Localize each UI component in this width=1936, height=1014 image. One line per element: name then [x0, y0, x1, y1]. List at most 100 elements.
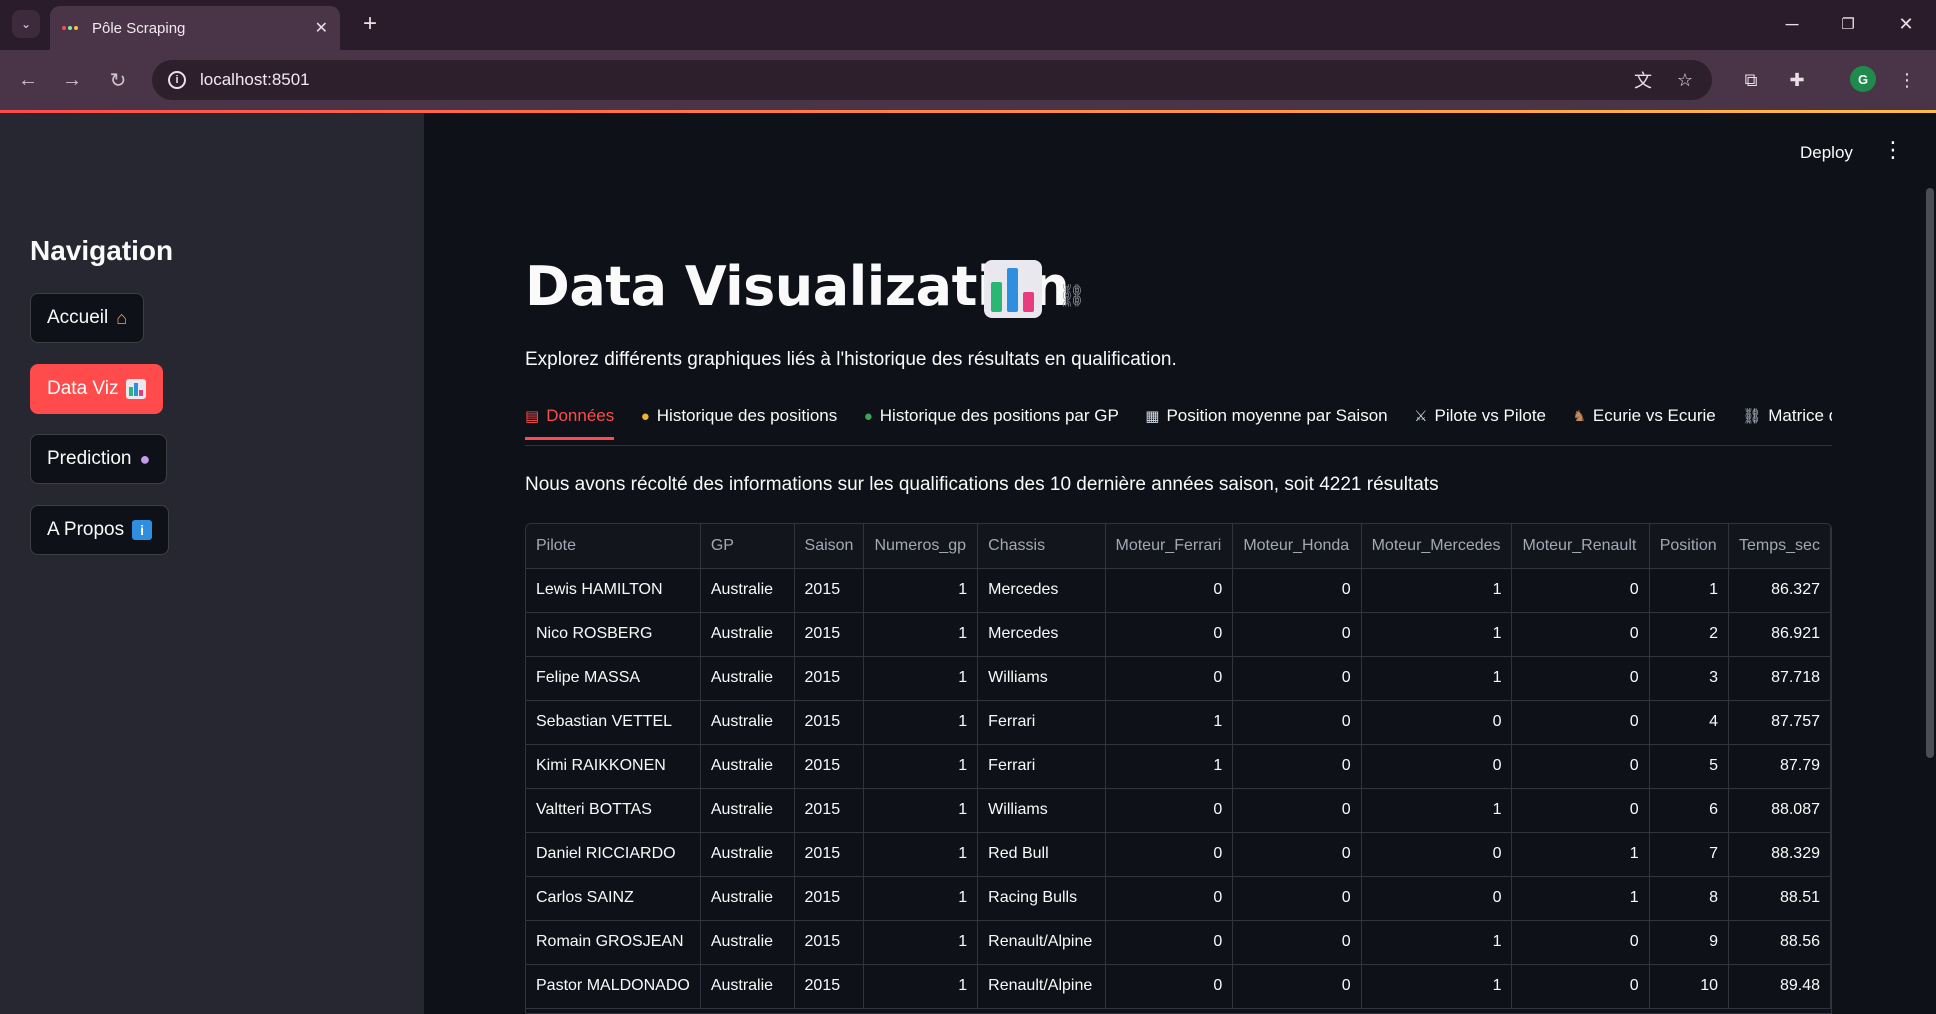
table-cell[interactable]: 89.48 — [1728, 964, 1831, 1009]
table-cell[interactable]: 2015 — [794, 656, 865, 701]
sidebar-item-prediction[interactable]: Prediction ● — [30, 434, 168, 484]
table-cell[interactable]: Mercedes — [977, 568, 1106, 613]
sidebar-item-a-propos[interactable]: A Propos i — [30, 505, 170, 555]
table-cell[interactable]: 1 — [1361, 788, 1513, 833]
tab-pilote-vs-pilote[interactable]: ⚔ Pilote vs Pilote — [1414, 396, 1546, 440]
profile-avatar[interactable]: G — [1850, 66, 1876, 92]
table-cell[interactable]: 1 — [863, 744, 979, 789]
table-cell[interactable]: 0 — [1105, 920, 1234, 965]
anchor-link-icon[interactable]: ⛓ — [1058, 283, 1086, 309]
table-cell[interactable]: 8 — [1649, 876, 1730, 921]
table-cell[interactable]: Sebastian VETTEL — [526, 700, 701, 745]
table-cell[interactable]: 10 — [1649, 964, 1730, 1009]
table-cell[interactable]: Valtteri BOTTAS — [526, 788, 701, 833]
table-cell[interactable]: 7 — [1649, 832, 1730, 877]
table-cell[interactable]: Pastor MALDONADO — [526, 964, 701, 1009]
column-header[interactable]: Numeros_gp — [863, 524, 979, 569]
table-cell[interactable]: 0 — [1511, 744, 1650, 789]
table-cell[interactable]: 0 — [1232, 920, 1362, 965]
tab-search-button[interactable]: ⌄ — [12, 10, 40, 38]
table-cell[interactable]: 2015 — [794, 700, 865, 745]
table-cell[interactable]: 1 — [863, 700, 979, 745]
table-cell[interactable]: 9 — [1649, 920, 1730, 965]
deploy-button[interactable]: Deploy — [1800, 143, 1853, 163]
table-cell[interactable]: Australie — [700, 788, 795, 833]
table-cell[interactable]: 1 — [1361, 612, 1513, 657]
table-cell[interactable]: 0 — [1511, 656, 1650, 701]
table-cell[interactable]: 0 — [1511, 700, 1650, 745]
table-cell[interactable]: 1 — [1649, 568, 1730, 613]
table-cell[interactable]: 4 — [1649, 700, 1730, 745]
tab-donnees[interactable]: ▤ Données — [525, 396, 615, 440]
column-header[interactable]: Moteur_Honda — [1232, 524, 1362, 569]
column-header[interactable]: Chassis — [977, 524, 1106, 569]
reload-icon[interactable]: ↻ — [102, 64, 134, 96]
table-cell[interactable]: 0 — [1511, 788, 1650, 833]
table-row[interactable]: Lewis HAMILTON Australie 2015 1 Mercedes 0 0 1 0… — [526, 568, 1831, 613]
column-header[interactable]: Pilote — [526, 524, 701, 569]
browser-tab[interactable]: Pôle Scraping ✕ — [50, 6, 340, 50]
table-cell[interactable]: 2015 — [794, 876, 865, 921]
table-cell[interactable]: 0 — [1361, 744, 1513, 789]
table-row[interactable]: Daniel RICCIARDO Australie 2015 1 Red Bull 0 0… — [526, 832, 1831, 877]
table-cell[interactable]: 0 — [1361, 700, 1513, 745]
table-cell[interactable]: Australie — [700, 612, 795, 657]
table-cell[interactable]: 0 — [1511, 612, 1650, 657]
scrollbar[interactable] — [1926, 188, 1934, 758]
table-cell[interactable]: 0 — [1361, 832, 1513, 877]
table-cell[interactable]: Australie — [700, 964, 795, 1009]
table-cell[interactable]: 87.79 — [1728, 744, 1831, 789]
table-cell[interactable]: 2015 — [794, 964, 865, 1009]
table-cell[interactable]: 0 — [1232, 876, 1362, 921]
table-cell[interactable]: 1 — [1511, 876, 1650, 921]
table-cell[interactable]: Williams — [977, 788, 1106, 833]
table-cell[interactable]: Australie — [700, 744, 795, 789]
table-cell[interactable]: 0 — [1232, 568, 1362, 613]
column-header[interactable]: Moteur_Mercedes — [1361, 524, 1513, 569]
table-cell[interactable]: 1 — [1361, 568, 1513, 613]
sidebar-item-data-viz[interactable]: Data Viz — [30, 364, 164, 414]
table-cell[interactable]: Williams — [977, 656, 1106, 701]
table-cell[interactable]: 1 — [863, 876, 979, 921]
table-cell[interactable]: 1 — [863, 656, 979, 701]
table-cell[interactable]: 0 — [1105, 832, 1234, 877]
window-close-icon[interactable]: ✕ — [1884, 8, 1928, 40]
column-header[interactable]: Saison — [794, 524, 865, 569]
table-cell[interactable]: 0 — [1105, 964, 1234, 1009]
table-cell[interactable]: Australie — [700, 920, 795, 965]
sidebar-item-accueil[interactable]: Accueil ⌂ — [30, 293, 145, 343]
table-cell[interactable]: 1 — [1105, 700, 1234, 745]
table-cell[interactable]: 0 — [1232, 964, 1362, 1009]
table-cell[interactable]: 0 — [1232, 700, 1362, 745]
table-cell[interactable]: 1 — [863, 920, 979, 965]
table-cell[interactable]: 2015 — [794, 568, 865, 613]
table-cell[interactable]: 2015 — [794, 788, 865, 833]
extension-puzzle-icon[interactable]: ⧉ — [1740, 69, 1762, 91]
table-cell[interactable]: 0 — [1105, 568, 1234, 613]
table-cell[interactable]: 0 — [1232, 656, 1362, 701]
table-cell[interactable]: 1 — [863, 788, 979, 833]
table-cell[interactable]: 1 — [863, 612, 979, 657]
table-cell[interactable]: 86.327 — [1728, 568, 1831, 613]
table-cell[interactable]: 1 — [863, 568, 979, 613]
table-cell[interactable]: Ferrari — [977, 744, 1106, 789]
table-cell[interactable]: 87.757 — [1728, 700, 1831, 745]
table-cell[interactable]: Ferrari — [977, 700, 1106, 745]
table-cell[interactable]: 1 — [1361, 964, 1513, 1009]
table-row[interactable]: Pastor MALDONADO Australie 2015 1 Renault/Al… — [526, 964, 1831, 1009]
table-cell[interactable]: 0 — [1105, 656, 1234, 701]
table-cell[interactable]: 1 — [1361, 920, 1513, 965]
table-cell[interactable]: 0 — [1511, 568, 1650, 613]
forward-icon[interactable]: → — [56, 64, 88, 96]
site-info-icon[interactable]: i — [168, 71, 186, 89]
table-cell[interactable]: Red Bull — [977, 832, 1106, 877]
table-cell[interactable]: 0 — [1105, 876, 1234, 921]
table-row[interactable]: Felipe MASSA Australie 2015 1 Williams 0 0 1 0 3 8… — [526, 656, 1831, 701]
table-cell[interactable]: Carlos SAINZ — [526, 876, 701, 921]
close-tab-icon[interactable]: ✕ — [315, 18, 328, 38]
table-cell[interactable]: 88.51 — [1728, 876, 1831, 921]
tab-historique-positions[interactable]: ● Historique des positions — [641, 396, 838, 440]
table-row[interactable]: Romain GROSJEAN Australie 2015 1 Renault/Alp… — [526, 920, 1831, 965]
table-cell[interactable]: Felipe MASSA — [526, 656, 701, 701]
table-cell[interactable]: 0 — [1232, 744, 1362, 789]
